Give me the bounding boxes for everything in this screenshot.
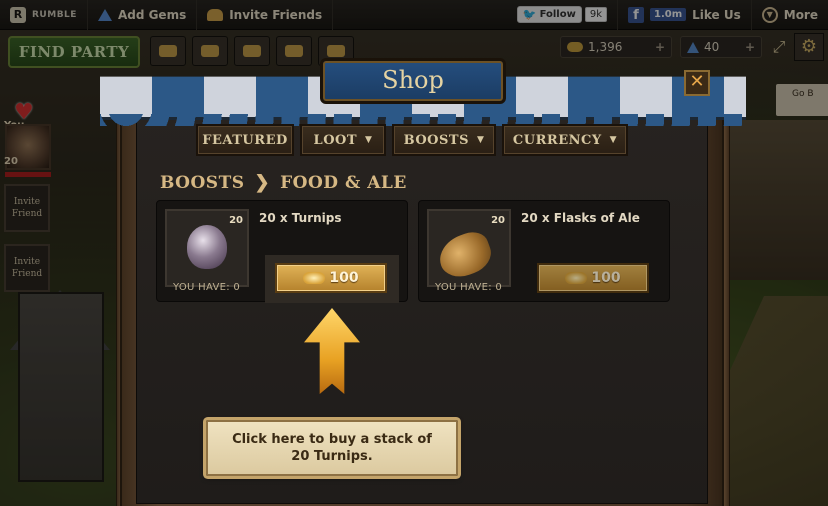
shop-item-turnips: 20 YOU HAVE: 0 20 x Turnips 100 (156, 200, 408, 303)
item-name: 20 x Turnips (259, 211, 342, 225)
tab-label: CURRENCY (512, 132, 602, 148)
buy-ale-button[interactable]: 100 (537, 263, 649, 293)
item-name: 20 x Flasks of Ale (521, 211, 640, 225)
item-stack-count: 20 (229, 215, 243, 226)
item-thumbnail: 20 (427, 209, 511, 287)
tab-currency[interactable]: CURRENCY ▼ (502, 124, 628, 156)
tab-label: LOOT (313, 132, 358, 148)
breadcrumb-current: FOOD & ALE (280, 172, 407, 193)
caret-down-icon: ▼ (609, 135, 618, 145)
tab-featured[interactable]: FEATURED (196, 124, 294, 156)
turnip-icon (187, 225, 227, 269)
item-owned-count: YOU HAVE: 0 (435, 282, 503, 293)
shop-modal: Shop ✕ FEATURED LOOT ▼ BOOSTS ▼ CURRENCY… (100, 58, 746, 506)
tutorial-tooltip: Click here to buy a stack of 20 Turnips. (206, 420, 458, 476)
gold-coin-icon (303, 272, 326, 284)
breadcrumb-parent[interactable]: BOOSTS (160, 173, 245, 193)
item-price: 100 (329, 270, 359, 286)
close-icon[interactable]: ✕ (684, 70, 710, 96)
ale-flask-icon (433, 227, 497, 283)
breadcrumb-separator: ❯ (254, 172, 271, 193)
tab-loot[interactable]: LOOT ▼ (300, 124, 386, 156)
shop-title: Shop (320, 58, 506, 104)
shop-tabs: FEATURED LOOT ▼ BOOSTS ▼ CURRENCY ▼ (196, 124, 628, 156)
item-thumbnail: 20 (165, 209, 249, 287)
item-stack-count: 20 (491, 215, 505, 226)
tab-label: FEATURED (202, 132, 288, 148)
item-owned-count: YOU HAVE: 0 (173, 282, 241, 293)
caret-down-icon: ▼ (476, 135, 485, 145)
shop-item-flasks-of-ale: 20 YOU HAVE: 0 20 x Flasks of Ale 100 (418, 200, 670, 302)
tab-label: BOOSTS (403, 132, 469, 148)
gold-coin-icon (565, 272, 588, 284)
tab-boosts[interactable]: BOOSTS ▼ (392, 124, 496, 156)
buy-turnips-button[interactable]: 100 (275, 263, 387, 293)
breadcrumb: BOOSTS ❯ FOOD & ALE (160, 172, 407, 193)
caret-down-icon: ▼ (365, 135, 373, 145)
item-price: 100 (591, 270, 621, 286)
